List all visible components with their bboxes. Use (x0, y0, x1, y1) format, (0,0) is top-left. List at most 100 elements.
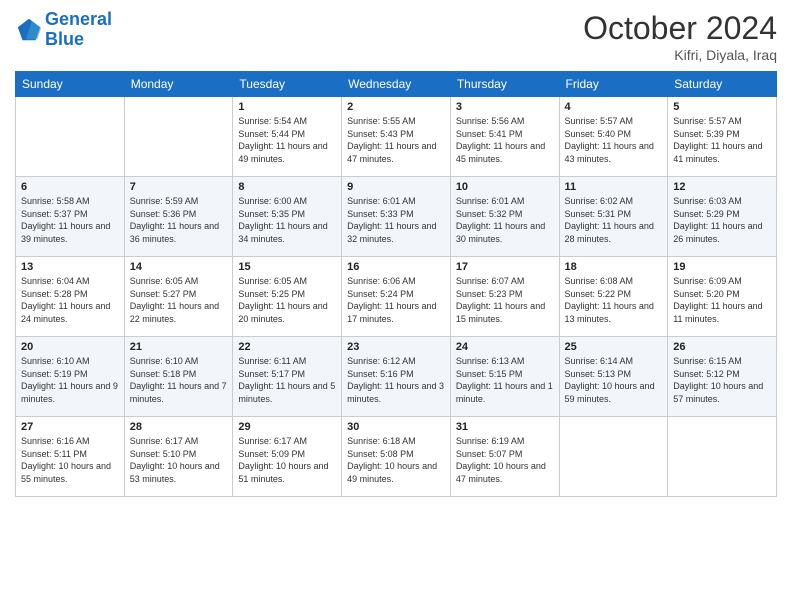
day-info: Sunrise: 5:58 AM Sunset: 5:37 PM Dayligh… (21, 195, 119, 245)
day-info: Sunrise: 6:19 AM Sunset: 5:07 PM Dayligh… (456, 435, 554, 485)
calendar-week-4: 20 Sunrise: 6:10 AM Sunset: 5:19 PM Dayli… (16, 337, 777, 417)
table-row: 14 Sunrise: 6:05 AM Sunset: 5:27 PM Dayli… (124, 257, 233, 337)
col-friday: Friday (559, 72, 668, 97)
table-row: 25Sunrise: 6:14 AM Sunset: 5:13 PM Dayli… (559, 337, 668, 417)
day-number: 14 (130, 261, 228, 273)
day-number: 7 (130, 181, 228, 193)
day-number: 16 (347, 261, 445, 273)
day-number: 13 (21, 261, 119, 273)
day-number: 11 (565, 181, 663, 193)
col-thursday: Thursday (450, 72, 559, 97)
day-number: 26 (673, 341, 771, 353)
col-saturday: Saturday (668, 72, 777, 97)
day-number: 28 (130, 421, 228, 433)
day-number: 20 (21, 341, 119, 353)
table-row: 28 Sunrise: 6:17 AM Sunset: 5:10 PM Dayli… (124, 417, 233, 497)
day-info: Sunrise: 6:01 AM Sunset: 5:33 PM Dayligh… (347, 195, 445, 245)
table-row: 10Sunrise: 6:01 AM Sunset: 5:32 PM Dayli… (450, 177, 559, 257)
table-row: 11 Sunrise: 6:02 AM Sunset: 5:31 PM Dayli… (559, 177, 668, 257)
month-title: October 2024 (583, 10, 777, 47)
table-row (124, 97, 233, 177)
table-row (16, 97, 125, 177)
day-number: 19 (673, 261, 771, 273)
table-row: 16 Sunrise: 6:06 AM Sunset: 5:24 PM Dayli… (342, 257, 451, 337)
table-row: 27Sunrise: 6:16 AM Sunset: 5:11 PM Dayli… (16, 417, 125, 497)
table-row: 2 Sunrise: 5:55 AM Sunset: 5:43 PM Daylig… (342, 97, 451, 177)
day-number: 2 (347, 101, 445, 113)
table-row: 15 Sunrise: 6:05 AM Sunset: 5:25 PM Dayli… (233, 257, 342, 337)
day-info: Sunrise: 6:13 AM Sunset: 5:15 PM Dayligh… (456, 355, 554, 405)
location: Kifri, Diyala, Iraq (583, 47, 777, 63)
day-number: 30 (347, 421, 445, 433)
col-tuesday: Tuesday (233, 72, 342, 97)
col-monday: Monday (124, 72, 233, 97)
table-row: 4 Sunrise: 5:57 AM Sunset: 5:40 PM Daylig… (559, 97, 668, 177)
table-row: 1Sunrise: 5:54 AM Sunset: 5:44 PM Daylig… (233, 97, 342, 177)
table-row: 18 Sunrise: 6:08 AM Sunset: 5:22 PM Dayli… (559, 257, 668, 337)
day-info: Sunrise: 5:55 AM Sunset: 5:43 PM Dayligh… (347, 115, 445, 165)
day-number: 12 (673, 181, 771, 193)
day-info: Sunrise: 6:05 AM Sunset: 5:27 PM Dayligh… (130, 275, 228, 325)
day-number: 18 (565, 261, 663, 273)
day-info: Sunrise: 5:59 AM Sunset: 5:36 PM Dayligh… (130, 195, 228, 245)
table-row: 24 Sunrise: 6:13 AM Sunset: 5:15 PM Dayli… (450, 337, 559, 417)
day-info: Sunrise: 5:56 AM Sunset: 5:41 PM Dayligh… (456, 115, 554, 165)
calendar-header-row: Sunday Monday Tuesday Wednesday Thursday… (16, 72, 777, 97)
day-info: Sunrise: 6:08 AM Sunset: 5:22 PM Dayligh… (565, 275, 663, 325)
header: General Blue October 2024 Kifri, Diyala,… (15, 10, 777, 63)
day-number: 24 (456, 341, 554, 353)
day-info: Sunrise: 6:05 AM Sunset: 5:25 PM Dayligh… (238, 275, 336, 325)
day-number: 9 (347, 181, 445, 193)
day-number: 15 (238, 261, 336, 273)
day-number: 21 (130, 341, 228, 353)
day-number: 17 (456, 261, 554, 273)
day-info: Sunrise: 6:02 AM Sunset: 5:31 PM Dayligh… (565, 195, 663, 245)
table-row: 3 Sunrise: 5:56 AM Sunset: 5:41 PM Daylig… (450, 97, 559, 177)
logo-line1: General (45, 9, 112, 29)
day-info: Sunrise: 6:10 AM Sunset: 5:19 PM Dayligh… (21, 355, 119, 405)
title-block: October 2024 Kifri, Diyala, Iraq (583, 10, 777, 63)
table-row: 9 Sunrise: 6:01 AM Sunset: 5:33 PM Daylig… (342, 177, 451, 257)
table-row: 22Sunrise: 6:11 AM Sunset: 5:17 PM Dayli… (233, 337, 342, 417)
day-number: 4 (565, 101, 663, 113)
day-info: Sunrise: 6:17 AM Sunset: 5:09 PM Dayligh… (238, 435, 336, 485)
calendar-week-1: 1Sunrise: 5:54 AM Sunset: 5:44 PM Daylig… (16, 97, 777, 177)
day-number: 8 (238, 181, 336, 193)
day-info: Sunrise: 5:57 AM Sunset: 5:39 PM Dayligh… (673, 115, 771, 165)
day-number: 10 (456, 181, 554, 193)
col-wednesday: Wednesday (342, 72, 451, 97)
table-row (559, 417, 668, 497)
day-info: Sunrise: 6:15 AM Sunset: 5:12 PM Dayligh… (673, 355, 771, 405)
day-number: 6 (21, 181, 119, 193)
day-info: Sunrise: 6:03 AM Sunset: 5:29 PM Dayligh… (673, 195, 771, 245)
day-info: Sunrise: 6:07 AM Sunset: 5:23 PM Dayligh… (456, 275, 554, 325)
logo: General Blue (15, 10, 112, 50)
logo-line2: Blue (45, 29, 84, 49)
day-info: Sunrise: 6:06 AM Sunset: 5:24 PM Dayligh… (347, 275, 445, 325)
logo-text: General Blue (45, 10, 112, 50)
day-info: Sunrise: 6:04 AM Sunset: 5:28 PM Dayligh… (21, 275, 119, 325)
table-row: 29 Sunrise: 6:17 AM Sunset: 5:09 PM Dayli… (233, 417, 342, 497)
day-info: Sunrise: 6:17 AM Sunset: 5:10 PM Dayligh… (130, 435, 228, 485)
table-row: 31 Sunrise: 6:19 AM Sunset: 5:07 PM Dayli… (450, 417, 559, 497)
calendar-week-2: 6 Sunrise: 5:58 AM Sunset: 5:37 PM Daylig… (16, 177, 777, 257)
day-info: Sunrise: 6:14 AM Sunset: 5:13 PM Dayligh… (565, 355, 663, 405)
table-row: 26 Sunrise: 6:15 AM Sunset: 5:12 PM Dayli… (668, 337, 777, 417)
day-info: Sunrise: 6:09 AM Sunset: 5:20 PM Dayligh… (673, 275, 771, 325)
calendar-week-3: 13 Sunrise: 6:04 AM Sunset: 5:28 PM Dayli… (16, 257, 777, 337)
day-info: Sunrise: 6:18 AM Sunset: 5:08 PM Dayligh… (347, 435, 445, 485)
calendar-table: Sunday Monday Tuesday Wednesday Thursday… (15, 71, 777, 497)
table-row: 20 Sunrise: 6:10 AM Sunset: 5:19 PM Dayli… (16, 337, 125, 417)
day-info: Sunrise: 6:16 AM Sunset: 5:11 PM Dayligh… (21, 435, 119, 485)
day-number: 3 (456, 101, 554, 113)
day-number: 29 (238, 421, 336, 433)
calendar-week-5: 27Sunrise: 6:16 AM Sunset: 5:11 PM Dayli… (16, 417, 777, 497)
day-number: 31 (456, 421, 554, 433)
day-info: Sunrise: 5:57 AM Sunset: 5:40 PM Dayligh… (565, 115, 663, 165)
table-row (668, 417, 777, 497)
table-row: 8Sunrise: 6:00 AM Sunset: 5:35 PM Daylig… (233, 177, 342, 257)
day-number: 23 (347, 341, 445, 353)
page: General Blue October 2024 Kifri, Diyala,… (0, 0, 792, 612)
table-row: 13 Sunrise: 6:04 AM Sunset: 5:28 PM Dayli… (16, 257, 125, 337)
table-row: 23Sunrise: 6:12 AM Sunset: 5:16 PM Dayli… (342, 337, 451, 417)
